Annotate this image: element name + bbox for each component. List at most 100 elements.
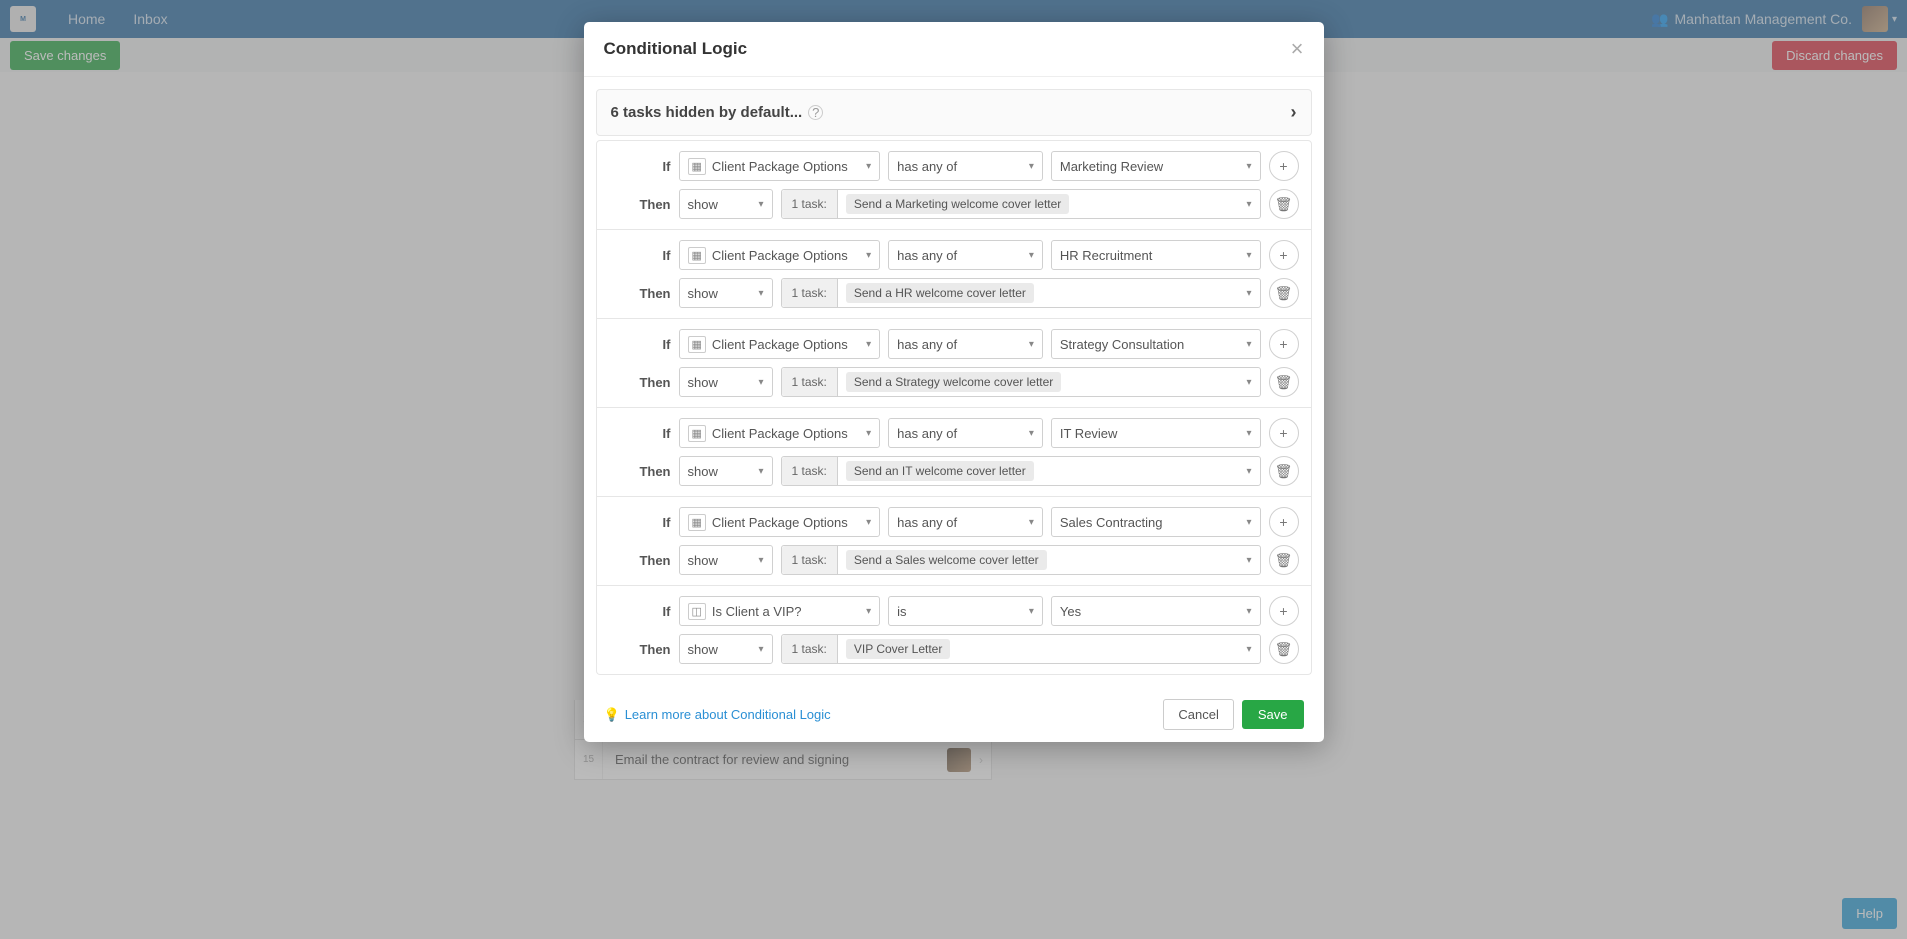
help-icon[interactable]: ? (808, 105, 823, 120)
action-select[interactable]: show (679, 367, 773, 397)
condition-operator-select[interactable]: has any of (888, 151, 1043, 181)
plus-icon: + (1279, 514, 1287, 530)
plus-icon: + (1279, 425, 1287, 441)
condition-value-select[interactable]: Marketing Review (1051, 151, 1261, 181)
condition-operator-select[interactable]: has any of (888, 418, 1043, 448)
hidden-tasks-summary[interactable]: 6 tasks hidden by default... ? › (596, 89, 1312, 136)
condition-field-select[interactable]: ▦ Client Package Options (679, 240, 881, 270)
if-label: If (609, 426, 671, 441)
action-select[interactable]: show (679, 278, 773, 308)
modal-title: Conditional Logic (604, 39, 1291, 59)
cancel-button[interactable]: Cancel (1163, 699, 1233, 730)
if-label: If (609, 515, 671, 530)
task-select[interactable]: 1 task: Send a Marketing welcome cover l… (781, 189, 1261, 219)
plus-icon: + (1279, 336, 1287, 352)
field-type-icon: ▦ (688, 514, 706, 531)
action-select[interactable]: show (679, 456, 773, 486)
chevron-right-icon: › (1291, 102, 1297, 123)
condition-operator-select[interactable]: has any of (888, 507, 1043, 537)
trash-icon: 🗑 (1275, 196, 1293, 213)
plus-icon: + (1279, 603, 1287, 619)
action-text: show (688, 553, 718, 568)
field-type-icon: ▦ (688, 158, 706, 175)
then-label: Then (609, 375, 671, 390)
field-name: Client Package Options (712, 159, 848, 174)
lightbulb-icon: 💡 (604, 707, 620, 723)
operator-text: has any of (897, 337, 957, 352)
action-text: show (688, 642, 718, 657)
plus-icon: + (1279, 247, 1287, 263)
task-count-badge: 1 task: (782, 635, 838, 663)
value-text: Sales Contracting (1060, 515, 1163, 530)
condition-operator-select[interactable]: has any of (888, 240, 1043, 270)
hidden-tasks-text: 6 tasks hidden by default... (611, 104, 803, 121)
then-label: Then (609, 197, 671, 212)
task-select[interactable]: 1 task: VIP Cover Letter (781, 634, 1261, 664)
action-select[interactable]: show (679, 189, 773, 219)
task-select[interactable]: 1 task: Send a HR welcome cover letter (781, 278, 1261, 308)
close-button[interactable]: × (1291, 36, 1304, 62)
delete-rule-button[interactable]: 🗑 (1269, 189, 1299, 219)
add-rule-button[interactable]: + (1269, 329, 1299, 359)
if-label: If (609, 337, 671, 352)
condition-value-select[interactable]: HR Recruitment (1051, 240, 1261, 270)
save-button[interactable]: Save (1242, 700, 1304, 729)
action-text: show (688, 286, 718, 301)
then-label: Then (609, 464, 671, 479)
condition-operator-select[interactable]: is (888, 596, 1043, 626)
add-rule-button[interactable]: + (1269, 507, 1299, 537)
add-rule-button[interactable]: + (1269, 418, 1299, 448)
condition-field-select[interactable]: ◫ Is Client a VIP? (679, 596, 881, 626)
action-text: show (688, 464, 718, 479)
plus-icon: + (1279, 158, 1287, 174)
task-select[interactable]: 1 task: Send a Strategy welcome cover le… (781, 367, 1261, 397)
modal-footer: 💡 Learn more about Conditional Logic Can… (584, 687, 1324, 742)
add-rule-button[interactable]: + (1269, 596, 1299, 626)
delete-rule-button[interactable]: 🗑 (1269, 545, 1299, 575)
task-count-badge: 1 task: (782, 279, 838, 307)
field-name: Client Package Options (712, 515, 848, 530)
add-rule-button[interactable]: + (1269, 240, 1299, 270)
trash-icon: 🗑 (1275, 641, 1293, 658)
trash-icon: 🗑 (1275, 285, 1293, 302)
modal-header: Conditional Logic × (584, 22, 1324, 77)
task-count-badge: 1 task: (782, 546, 838, 574)
operator-text: has any of (897, 426, 957, 441)
task-select[interactable]: 1 task: Send a Sales welcome cover lette… (781, 545, 1261, 575)
value-text: IT Review (1060, 426, 1118, 441)
condition-field-select[interactable]: ▦ Client Package Options (679, 418, 881, 448)
action-select[interactable]: show (679, 545, 773, 575)
trash-icon: 🗑 (1275, 463, 1293, 480)
delete-rule-button[interactable]: 🗑 (1269, 634, 1299, 664)
task-count-badge: 1 task: (782, 190, 838, 218)
condition-value-select[interactable]: Sales Contracting (1051, 507, 1261, 537)
task-chip: VIP Cover Letter (846, 639, 951, 659)
condition-value-select[interactable]: Yes (1051, 596, 1261, 626)
condition-value-select[interactable]: IT Review (1051, 418, 1261, 448)
value-text: Strategy Consultation (1060, 337, 1184, 352)
learn-more-link[interactable]: 💡 Learn more about Conditional Logic (604, 707, 831, 723)
value-text: Yes (1060, 604, 1081, 619)
delete-rule-button[interactable]: 🗑 (1269, 278, 1299, 308)
field-type-icon: ▦ (688, 247, 706, 264)
delete-rule-button[interactable]: 🗑 (1269, 456, 1299, 486)
task-select[interactable]: 1 task: Send an IT welcome cover letter (781, 456, 1261, 486)
condition-operator-select[interactable]: has any of (888, 329, 1043, 359)
conditional-logic-modal: Conditional Logic × 6 tasks hidden by de… (584, 22, 1324, 742)
condition-field-select[interactable]: ▦ Client Package Options (679, 507, 881, 537)
value-text: Marketing Review (1060, 159, 1163, 174)
condition-field-select[interactable]: ▦ Client Package Options (679, 151, 881, 181)
action-select[interactable]: show (679, 634, 773, 664)
condition-field-select[interactable]: ▦ Client Package Options (679, 329, 881, 359)
rule: If ▦ Client Package Options has any of S… (596, 319, 1312, 408)
delete-rule-button[interactable]: 🗑 (1269, 367, 1299, 397)
if-label: If (609, 248, 671, 263)
add-rule-button[interactable]: + (1269, 151, 1299, 181)
then-label: Then (609, 553, 671, 568)
task-count-badge: 1 task: (782, 457, 838, 485)
field-type-icon: ▦ (688, 336, 706, 353)
condition-value-select[interactable]: Strategy Consultation (1051, 329, 1261, 359)
value-text: HR Recruitment (1060, 248, 1152, 263)
action-text: show (688, 375, 718, 390)
operator-text: has any of (897, 515, 957, 530)
